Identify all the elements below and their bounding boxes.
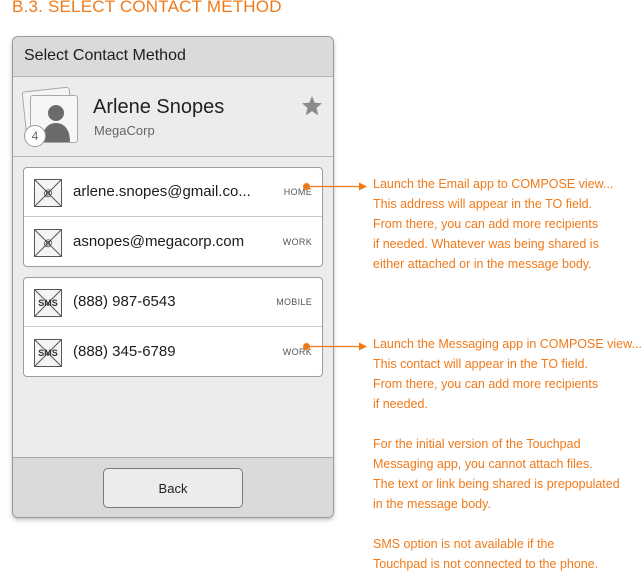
sms-icon: SMS bbox=[34, 289, 62, 317]
annotation-line: Messaging app, you cannot attach files. bbox=[373, 457, 593, 471]
dialog-header: Select Contact Method bbox=[13, 37, 333, 77]
contact-count-badge: 4 bbox=[24, 125, 46, 147]
phone-number: (888) 987-6543 bbox=[73, 293, 176, 310]
annotation-line: The text or link being shared is prepopu… bbox=[373, 477, 620, 491]
annotation-line: This contact will appear in the TO field… bbox=[373, 357, 588, 371]
sms-method-mobile-row[interactable]: SMS (888) 987-6543 MOBILE bbox=[24, 278, 322, 327]
email-annotation: Launch the Email app to COMPOSE view... … bbox=[373, 174, 643, 274]
email-method-home-row[interactable]: @ arlene.snopes@gmail.co... HOME bbox=[24, 168, 322, 217]
email-address: asnopes@megacorp.com bbox=[73, 233, 245, 250]
contact-name: Arlene Snopes bbox=[93, 96, 225, 118]
email-method-work-row[interactable]: @ asnopes@megacorp.com WORK bbox=[24, 218, 322, 266]
annotation-gap bbox=[373, 514, 643, 534]
star-icon[interactable] bbox=[301, 95, 323, 117]
annotation-line: SMS option is not available if the bbox=[373, 537, 555, 551]
annotation-line: either attached or in the message body. bbox=[373, 257, 592, 271]
sms-glyph: SMS bbox=[38, 298, 58, 308]
page-heading: B.3. SELECT CONTACT METHOD bbox=[12, 0, 282, 16]
annotation-line: This address will appear in the TO field… bbox=[373, 197, 593, 211]
annotation-line: if needed. Whatever was being shared is bbox=[373, 237, 599, 251]
email-methods-group: @ arlene.snopes@gmail.co... HOME @ asnop… bbox=[23, 167, 323, 267]
back-button[interactable]: Back bbox=[103, 468, 243, 508]
sms-callout-arrow bbox=[306, 342, 367, 351]
contact-company: MegaCorp bbox=[94, 123, 155, 138]
annotation-line: From there, you can add more recipients bbox=[373, 377, 599, 391]
annotation-line: in the message body. bbox=[373, 497, 491, 511]
sms-methods-group: SMS (888) 987-6543 MOBILE SMS (888) 345-… bbox=[23, 277, 323, 377]
email-glyph: @ bbox=[43, 188, 53, 198]
annotation-line: if needed. bbox=[373, 397, 428, 411]
email-icon: @ bbox=[34, 229, 62, 257]
annotation-line: From there, you can add more recipients bbox=[373, 217, 599, 231]
sms-annotation: Launch the Messaging app in COMPOSE view… bbox=[373, 334, 643, 572]
annotation-line: Touchpad is not connected to the phone. bbox=[373, 557, 599, 571]
email-glyph: @ bbox=[43, 238, 53, 248]
annotation-line: For the initial version of the Touchpad bbox=[373, 437, 581, 451]
annotation-line: Launch the Email app to COMPOSE view... bbox=[373, 177, 614, 191]
dialog-footer: Back bbox=[13, 457, 333, 517]
email-icon: @ bbox=[34, 179, 62, 207]
avatar-stack: 4 bbox=[21, 86, 82, 147]
email-address: arlene.snopes@gmail.co... bbox=[73, 183, 251, 200]
sms-method-work-row[interactable]: SMS (888) 345-6789 WORK bbox=[24, 328, 322, 376]
contact-card: 4 Arlene Snopes MegaCorp bbox=[13, 77, 333, 157]
dialog-title: Select Contact Method bbox=[24, 47, 186, 64]
phone-number: (888) 345-6789 bbox=[73, 343, 176, 360]
email-callout-arrow bbox=[306, 182, 367, 191]
sms-glyph: SMS bbox=[38, 348, 58, 358]
sms-icon: SMS bbox=[34, 339, 62, 367]
annotation-line: Launch the Messaging app in COMPOSE view… bbox=[373, 337, 642, 351]
annotation-gap bbox=[373, 414, 643, 434]
callout-arrows bbox=[306, 182, 367, 351]
select-contact-method-dialog: Select Contact Method 4 Arlene Snopes Me… bbox=[12, 36, 334, 518]
